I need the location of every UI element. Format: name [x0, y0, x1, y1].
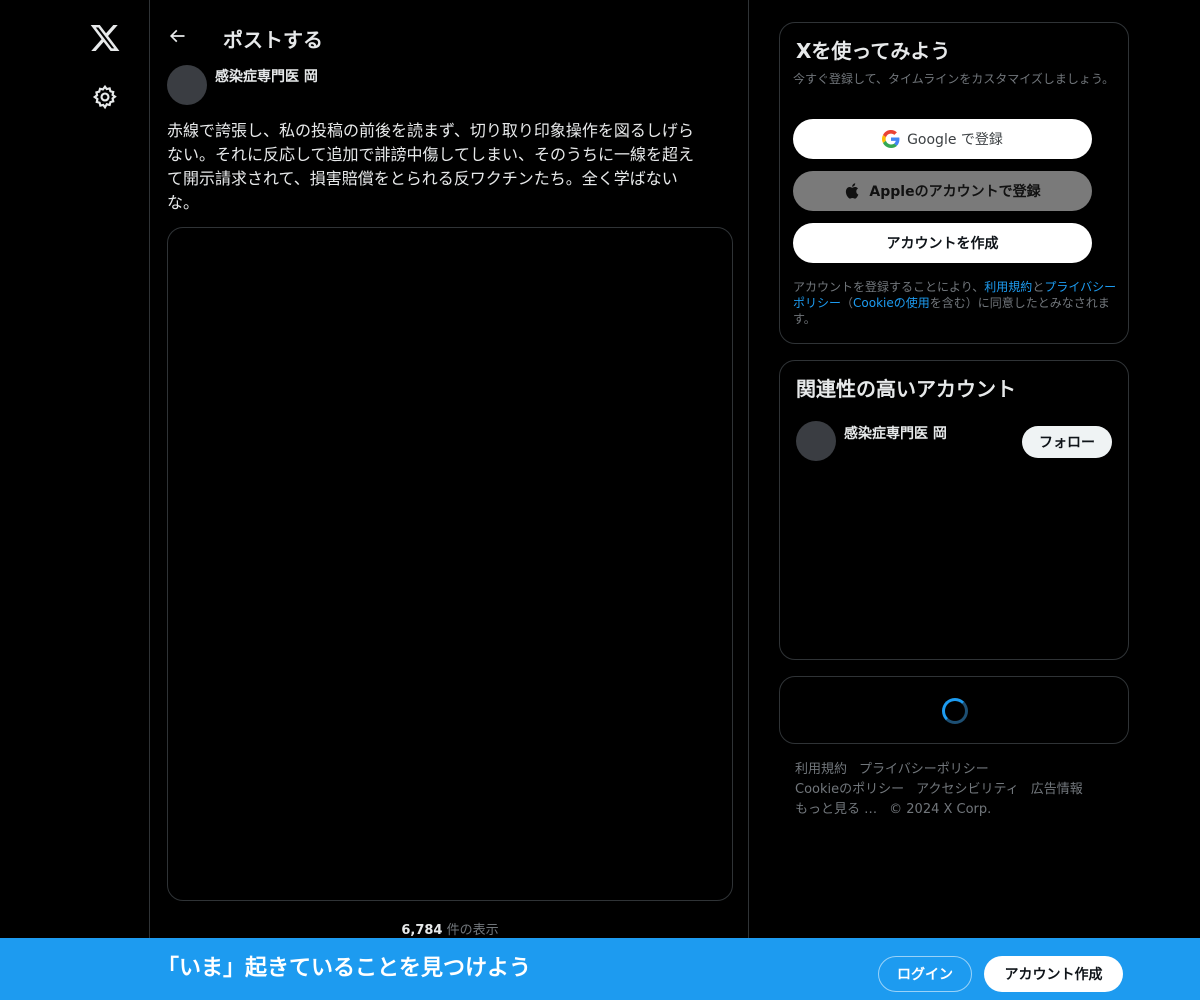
terms-prefix: アカウントを登録することにより、 — [793, 280, 985, 294]
post-text-line: ない。それに反応して追加で誹謗中傷してしまい、そのうちに一線を超え — [167, 145, 695, 164]
signup-button[interactable]: アカウント作成 — [984, 956, 1123, 992]
main-column: ポストする 感染症専門医 岡 赤線で誇張し、私の投稿の前後を読まず、切り取り印象… — [149, 0, 749, 1000]
apple-signup-label: Appleのアカウントで登録 — [869, 184, 1041, 200]
post-text-line: な。 — [167, 193, 200, 212]
post-text: 赤線で誇張し、私の投稿の前後を読まず、切り取り印象操作を図るしげら ない。それに… — [167, 119, 732, 215]
related-accounts-card: 関連性の高いアカウント 感染症専門医 岡 フォロー — [779, 360, 1129, 660]
view-count-number: 6,784 — [401, 923, 443, 938]
view-count: 6,784 件の表示 — [150, 919, 750, 938]
footer-copyright: © 2024 X Corp. — [889, 802, 992, 817]
related-account-name[interactable]: 感染症専門医 岡 — [844, 423, 947, 443]
apple-signup-button[interactable]: Appleのアカウントで登録 — [793, 171, 1092, 211]
bottom-bar-headline: 「いま」起きていることを見つけよう — [157, 956, 532, 981]
back-arrow-icon[interactable] — [167, 26, 187, 46]
create-account-label: アカウントを作成 — [886, 236, 999, 252]
terms-paren: （ — [841, 296, 854, 310]
avatar[interactable] — [796, 421, 836, 461]
terms-notice: アカウントを登録することにより、利用規約とプライバシーポリシー（Cookieの使… — [793, 279, 1123, 327]
page-title: ポストする — [223, 28, 323, 52]
post-text-line: て開示請求されて、損害賠償をとられる反ワクチンたち。全く学ばない — [167, 169, 678, 188]
post-media[interactable] — [167, 227, 733, 901]
cookie-link[interactable]: Cookieの使用 — [853, 296, 930, 310]
post-text-line: 赤線で誇張し、私の投稿の前後を読まず、切り取り印象操作を図るしげら — [167, 121, 694, 140]
terms-link[interactable]: 利用規約 — [984, 280, 1032, 294]
signup-subtitle: 今すぐ登録して、タイムラインをカスタマイズしましょう。 — [793, 72, 1115, 86]
create-account-button[interactable]: アカウントを作成 — [793, 223, 1092, 263]
bottom-signup-bar: 「いま」起きていることを見つけよう ログイン アカウント作成 — [0, 938, 1200, 1000]
author-name[interactable]: 感染症専門医 岡 — [215, 66, 318, 86]
footer-link-cookie[interactable]: Cookieのポリシー — [795, 782, 904, 797]
signup-card: Xを使ってみよう 今すぐ登録して、タイムラインをカスタマイズしましょう。 Goo… — [779, 22, 1129, 344]
footer-link-accessibility[interactable]: アクセシビリティ — [916, 782, 1019, 797]
terms-and: と — [1032, 280, 1045, 294]
author-avatar[interactable] — [167, 65, 207, 105]
gear-icon[interactable] — [92, 84, 118, 110]
follow-button[interactable]: フォロー — [1022, 426, 1112, 458]
footer-link-more[interactable]: もっと見る … — [795, 802, 877, 817]
google-signup-label: Google で登録 — [907, 132, 1003, 148]
related-accounts-title: 関連性の高いアカウント — [796, 377, 1016, 401]
google-icon — [882, 130, 900, 148]
loading-spinner-icon — [942, 698, 968, 724]
footer-links: 利用規約 プライバシーポリシー Cookieのポリシー アクセシビリティ 広告情報 も… — [795, 760, 1125, 820]
apple-icon — [846, 183, 859, 199]
view-count-label: 件の表示 — [442, 923, 499, 938]
trends-loading-card — [779, 676, 1129, 744]
login-button[interactable]: ログイン — [878, 956, 972, 992]
footer-link-privacy[interactable]: プライバシーポリシー — [859, 762, 989, 777]
google-signup-button[interactable]: Google で登録 — [793, 119, 1092, 159]
signup-title: Xを使ってみよう — [796, 39, 951, 63]
x-logo-icon[interactable] — [89, 22, 121, 54]
footer-link-ads[interactable]: 広告情報 — [1031, 782, 1083, 797]
left-nav — [0, 0, 150, 1000]
footer-link-terms[interactable]: 利用規約 — [795, 762, 847, 777]
